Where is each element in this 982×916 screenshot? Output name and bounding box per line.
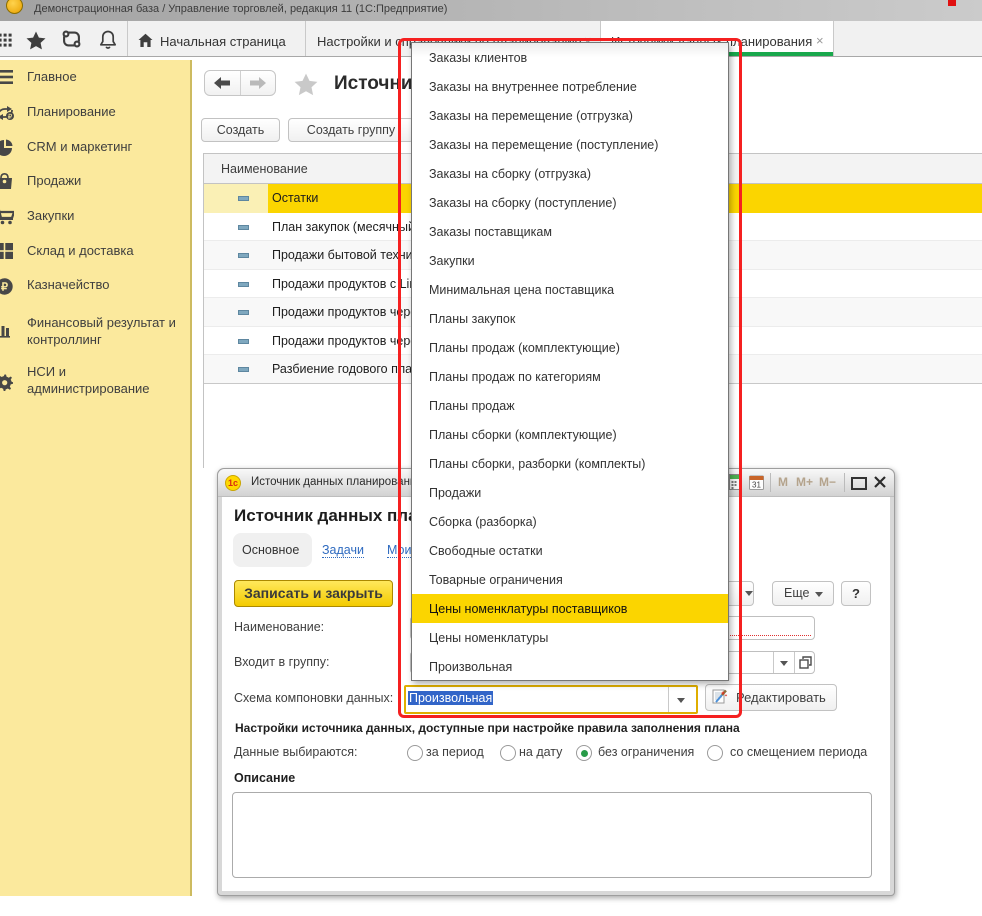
svg-text:₽: ₽: [8, 113, 13, 121]
svg-text:₽: ₽: [1, 281, 8, 293]
svg-text:31: 31: [752, 481, 761, 490]
